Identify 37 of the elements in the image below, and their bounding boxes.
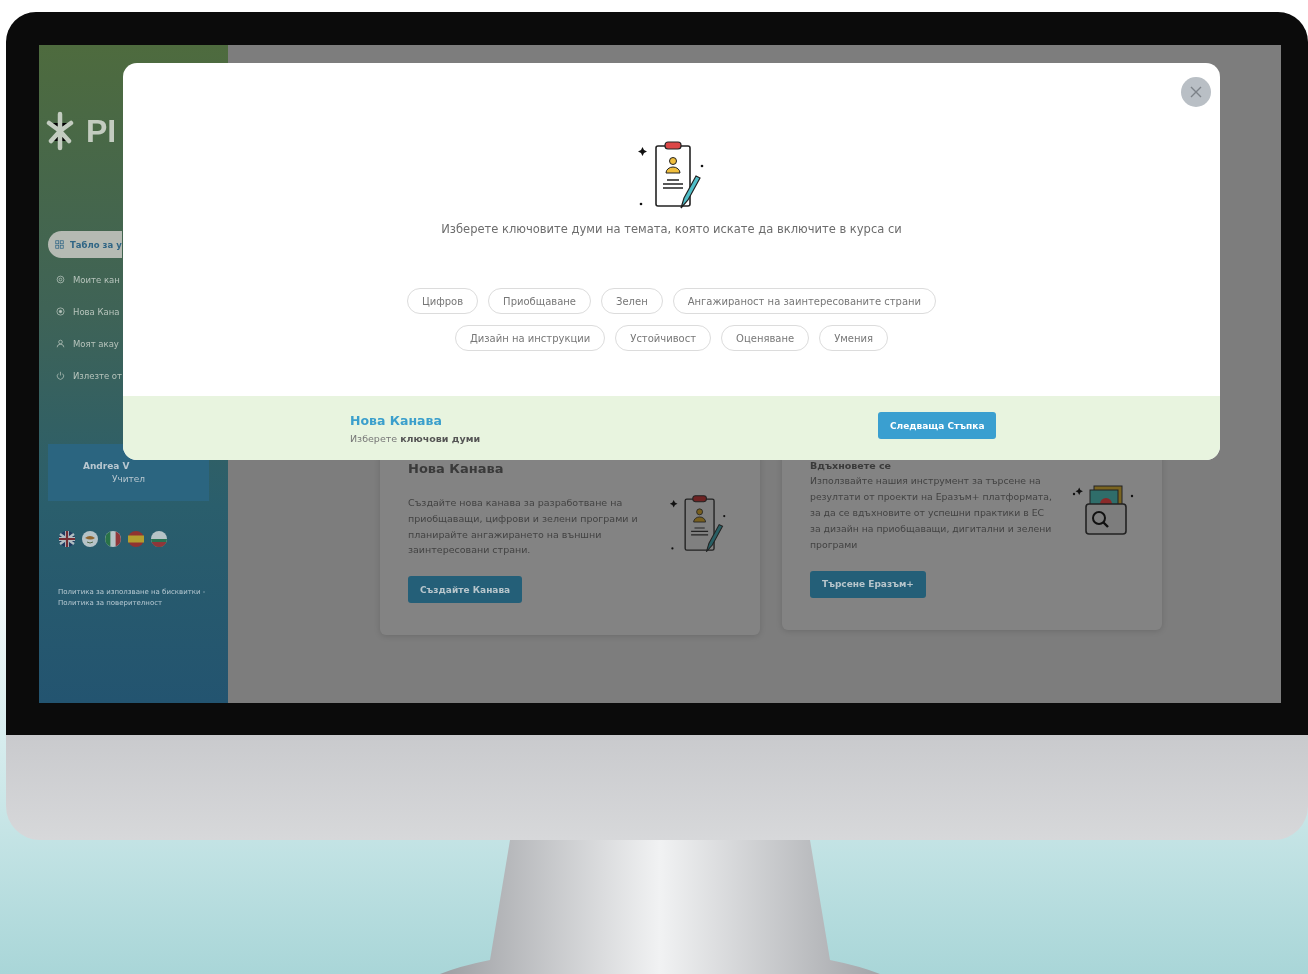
card-title: Вдъхновете се [810,460,893,471]
nav-item[interactable]: Нова Кана [48,301,122,322]
keyword-chip[interactable]: Цифров [406,288,479,314]
asterisk-logo-icon [46,111,74,151]
close-button[interactable] [1181,77,1211,107]
user-role: Учител [110,474,147,484]
nav-item[interactable]: Табло за у [48,231,122,258]
step-title: Нова Канава [350,412,443,428]
user-name: Andrea V [82,461,131,471]
keyword-chip[interactable]: Умения [819,325,888,351]
flag-icon[interactable] [82,531,98,547]
modal-prompt: Изберете ключовите думи на темата, която искате да включите в курса си [441,222,902,236]
next-step-button[interactable]: Следваща Стъпка [878,412,997,439]
flag-icon[interactable] [151,531,167,547]
keyword-chip[interactable]: Приобщаване [488,288,592,314]
gear-icon [56,275,65,284]
keyword-chip[interactable]: Зелен [601,288,663,314]
keyword-chip[interactable]: Устойчивост [615,325,712,351]
logo-text: PI [86,112,117,150]
card-title: Нова Канава [408,461,505,476]
close-icon [1190,86,1202,98]
step-subtitle: Изберете ключови думи [350,432,482,444]
search-button[interactable]: Търсене Еразъм+ [810,570,926,598]
user-icon [56,339,65,348]
flag-icon[interactable] [128,531,144,547]
keyword-chip[interactable]: Дизайн на инструкции [455,325,606,351]
grid-icon [55,240,64,249]
target-icon [56,307,65,316]
flag-icon[interactable] [59,531,75,547]
create-canvas-button[interactable]: Създайте Канава [408,576,523,604]
nav-item[interactable]: Моят акау [48,333,122,354]
power-icon [56,371,65,380]
keyword-chip[interactable]: Ангажираност на заинтересованите страни [672,288,937,314]
nav-item[interactable]: Излезте от [48,365,122,386]
keyword-chip[interactable]: Оценяване [721,325,810,351]
flag-icon[interactable] [105,531,121,547]
nav-item[interactable]: Моите кан [48,269,122,290]
